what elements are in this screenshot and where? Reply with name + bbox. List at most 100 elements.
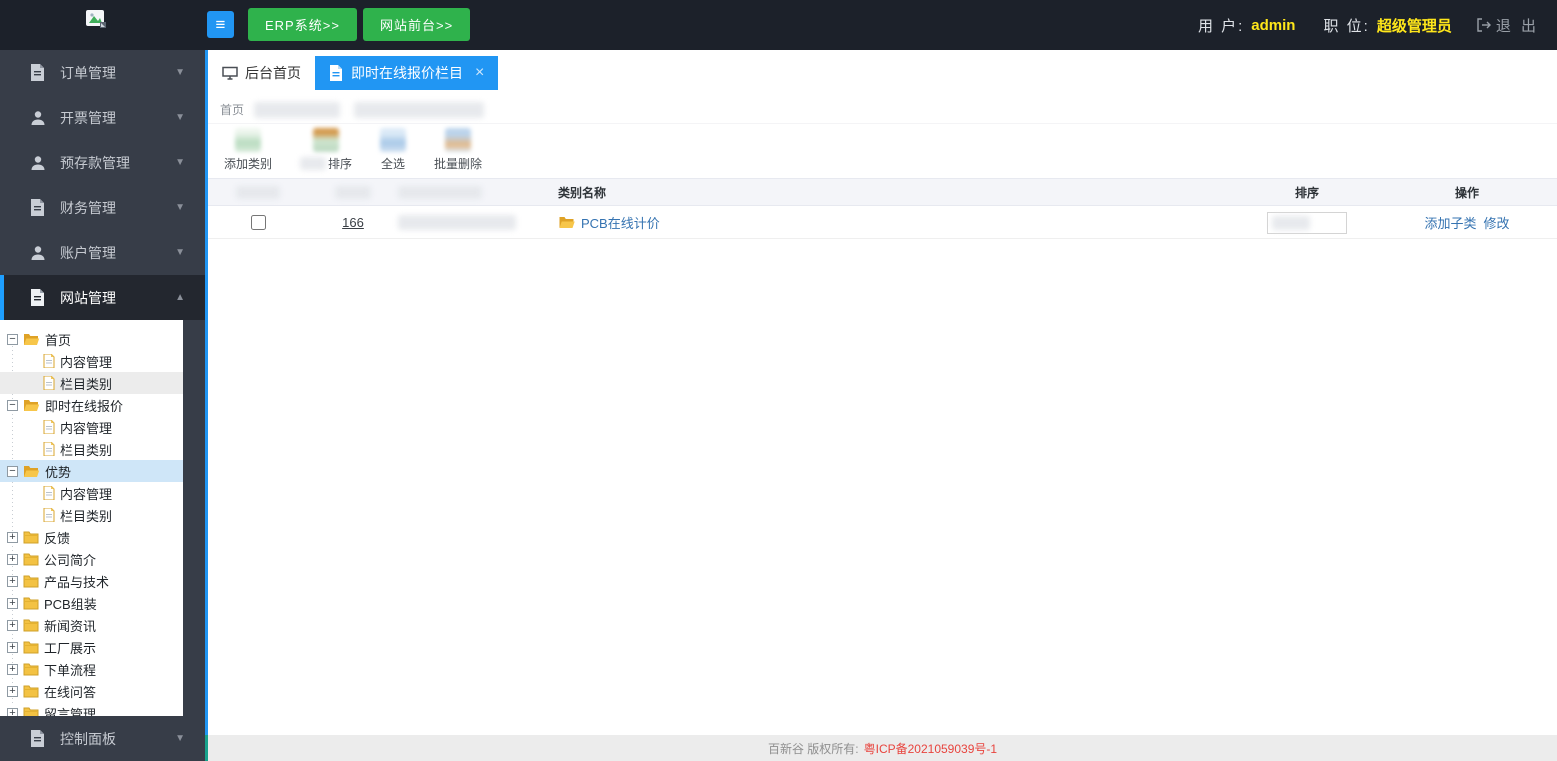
tree-item-advantage[interactable]: − 优势 xyxy=(0,460,183,482)
monitor-icon xyxy=(222,66,238,80)
folder-icon xyxy=(23,619,39,632)
tree-item-company-profile[interactable]: + 公司简介 xyxy=(0,548,183,570)
sort-order-input[interactable] xyxy=(1267,211,1347,234)
add-subcategory-link[interactable]: 添加子类 xyxy=(1424,213,1476,232)
role-label: 职 位: xyxy=(1323,17,1370,35)
breadcrumb-text: 首页 xyxy=(220,103,245,117)
collapse-minus-icon[interactable]: − xyxy=(7,399,18,411)
save-sort-icon xyxy=(313,128,340,152)
tree-item-label: 内容管理 xyxy=(60,354,113,370)
table-header-action: 操作 xyxy=(1454,185,1479,200)
tree-item-order-process[interactable]: + 下单流程 xyxy=(0,658,183,680)
tree-item-advantage-content[interactable]: 内容管理 xyxy=(0,482,183,504)
erp-system-button[interactable]: ERP系统>> xyxy=(248,8,357,41)
folder-icon xyxy=(23,685,39,698)
tree-item-factory-show[interactable]: + 工厂展示 xyxy=(0,636,183,658)
sidebar-item-account-management[interactable]: 账户管理 ▼ xyxy=(0,230,205,275)
redaction xyxy=(398,215,516,230)
tree-item-label: PCB组装 xyxy=(44,596,97,612)
tree-item-message-management[interactable]: + 留言管理 xyxy=(0,702,183,716)
category-id-link[interactable]: 166 xyxy=(342,215,364,230)
expand-plus-icon[interactable]: + xyxy=(7,553,18,565)
select-all-button[interactable]: 全选 xyxy=(380,125,407,172)
user-label: 用 户: xyxy=(1197,17,1245,35)
expand-plus-icon[interactable]: + xyxy=(7,641,18,653)
page-icon xyxy=(43,420,55,434)
main-content: 后台首页 即时在线报价栏目 × 首页 添加类别 排序 全选 批量删除 类别名称 … xyxy=(205,50,1557,761)
tree-item-label: 留言管理 xyxy=(44,706,97,717)
tree-item-online-quote[interactable]: − 即时在线报价 xyxy=(0,394,183,416)
tree-item-quote-category[interactable]: 栏目类别 xyxy=(0,438,183,460)
sidebar-item-invoice-management[interactable]: 开票管理 ▼ xyxy=(0,95,205,140)
breadcrumb: 首页 xyxy=(208,96,1557,124)
table-header-sort: 排序 xyxy=(1294,185,1319,200)
tree-item-feedback[interactable]: + 反馈 xyxy=(0,526,183,548)
add-category-icon xyxy=(235,128,261,152)
expand-plus-icon[interactable]: + xyxy=(7,707,18,716)
tree-item-news[interactable]: + 新闻资讯 xyxy=(0,614,183,636)
expand-plus-icon[interactable]: + xyxy=(7,531,18,543)
tree-item-label: 栏目类别 xyxy=(60,508,113,524)
sidebar-item-control-panel[interactable]: 控制面板 ▼ xyxy=(0,716,205,761)
top-bar: ≡ ERP系统>> 网站前台>> 用 户: admin 职 位: 超级管理员 退… xyxy=(0,0,1557,50)
table-header-row: 类别名称 排序 操作 xyxy=(208,178,1557,206)
collapse-minus-icon[interactable]: − xyxy=(7,333,18,345)
page-icon xyxy=(43,508,55,522)
close-icon[interactable]: × xyxy=(475,64,484,82)
toolbar-button-label: 排序 xyxy=(328,157,353,171)
chevron-down-icon: ▼ xyxy=(175,733,185,744)
category-name-link[interactable]: PCB在线计价 xyxy=(581,213,660,232)
modify-link[interactable]: 修改 xyxy=(1484,213,1510,232)
icp-license-link[interactable]: 粤ICP备2021059039号-1 xyxy=(864,740,997,757)
expand-plus-icon[interactable]: + xyxy=(7,663,18,675)
expand-plus-icon[interactable]: + xyxy=(7,685,18,697)
tree-item-home[interactable]: − 首页 xyxy=(0,328,183,350)
sidebar-item-label: 开票管理 xyxy=(60,109,116,126)
sidebar-item-label: 网站管理 xyxy=(60,289,116,306)
tree-item-label: 即时在线报价 xyxy=(45,398,124,414)
tree-item-home-category[interactable]: 栏目类别 xyxy=(0,372,183,394)
tree-item-label: 工厂展示 xyxy=(44,640,97,656)
sidebar-item-finance-management[interactable]: 财务管理 ▼ xyxy=(0,185,205,230)
document-icon xyxy=(30,64,47,81)
toolbar: 添加类别 排序 全选 批量删除 xyxy=(208,125,1557,178)
logout-button[interactable]: 退 出 xyxy=(1476,15,1539,36)
tree-item-pcb-assembly[interactable]: + PCB组装 xyxy=(0,592,183,614)
tree-item-products-tech[interactable]: + 产品与技术 xyxy=(0,570,183,592)
tree-item-quote-content[interactable]: 内容管理 xyxy=(0,416,183,438)
sidebar-item-label: 财务管理 xyxy=(60,199,116,216)
tab-online-quote-category[interactable]: 即时在线报价栏目 × xyxy=(315,56,499,90)
redaction xyxy=(398,185,482,199)
expand-plus-icon[interactable]: + xyxy=(7,597,18,609)
chevron-down-icon: ▼ xyxy=(175,67,185,78)
toolbar-button-label: 添加类别 xyxy=(224,157,273,171)
add-category-button[interactable]: 添加类别 xyxy=(224,125,272,172)
site-frontend-button[interactable]: 网站前台>> xyxy=(363,8,471,41)
sidebar-item-deposit-management[interactable]: 预存款管理 ▼ xyxy=(0,140,205,185)
page-icon xyxy=(43,376,55,390)
sidebar-item-order-management[interactable]: 订单管理 ▼ xyxy=(0,50,205,95)
document-icon xyxy=(30,199,47,216)
expand-plus-icon[interactable]: + xyxy=(7,619,18,631)
toolbar-button-label: 批量删除 xyxy=(434,157,483,171)
tree-item-label: 首页 xyxy=(45,332,72,348)
menu-toggle-button[interactable]: ≡ xyxy=(207,11,234,38)
row-checkbox[interactable] xyxy=(250,215,266,230)
expand-plus-icon[interactable]: + xyxy=(7,575,18,587)
tree-item-advantage-category[interactable]: 栏目类别 xyxy=(0,504,183,526)
table-header-checkbox xyxy=(208,185,308,199)
tab-backstage-home[interactable]: 后台首页 xyxy=(208,56,315,90)
hamburger-icon: ≡ xyxy=(215,14,226,34)
tree-item-online-qa[interactable]: + 在线问答 xyxy=(0,680,183,702)
redaction xyxy=(354,101,485,118)
sidebar-item-website-management[interactable]: 网站管理 ▲ xyxy=(0,275,205,320)
batch-delete-button[interactable]: 批量删除 xyxy=(434,125,482,172)
chevron-down-icon: ▼ xyxy=(175,247,185,258)
chevron-down-icon: ▼ xyxy=(175,202,185,213)
page-icon xyxy=(43,442,55,456)
save-sort-button[interactable]: 排序 xyxy=(300,125,352,172)
batch-delete-icon xyxy=(445,128,472,152)
page-icon xyxy=(43,354,55,368)
collapse-minus-icon[interactable]: − xyxy=(7,465,18,477)
tree-item-home-content[interactable]: 内容管理 xyxy=(0,350,183,372)
